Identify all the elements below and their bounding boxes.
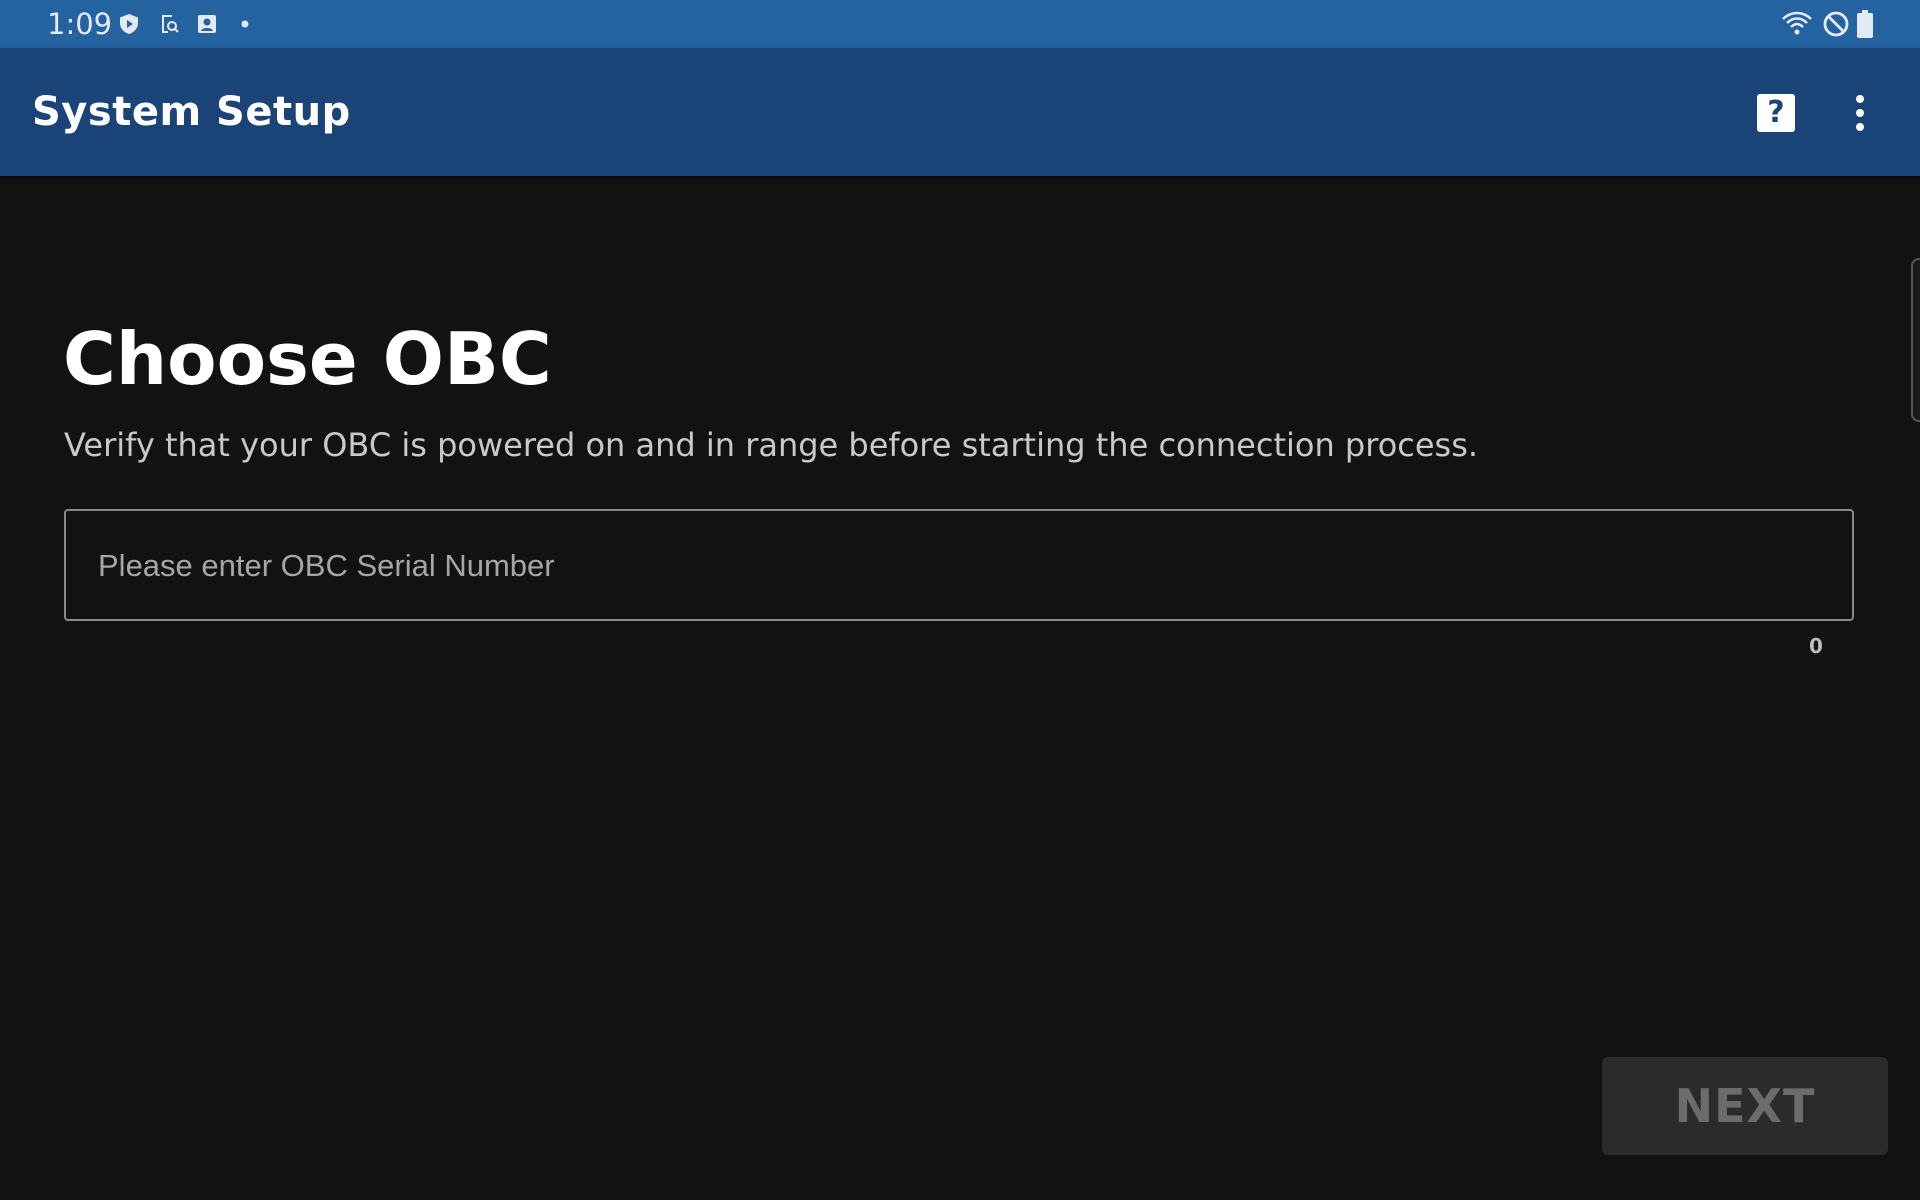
- app-bar: System Setup ?: [0, 48, 1920, 176]
- page-heading: Choose OBC: [63, 317, 552, 401]
- serial-number-input[interactable]: [96, 511, 1820, 621]
- more-vert-icon[interactable]: [1840, 88, 1880, 138]
- do-not-disturb-icon: [1822, 10, 1850, 38]
- portrait-icon: [195, 12, 219, 36]
- serial-number-field[interactable]: [64, 509, 1854, 621]
- battery-icon: [1856, 10, 1874, 38]
- help-icon: ?: [1767, 95, 1785, 130]
- system-setup-screen: 1:09 System Setup ? Choose OBC Verify th…: [0, 0, 1920, 1200]
- next-button[interactable]: NEXT: [1602, 1057, 1888, 1155]
- help-button[interactable]: ?: [1757, 94, 1795, 132]
- notification-dot-icon: [233, 12, 257, 36]
- play-shield-icon: [117, 12, 141, 36]
- wifi-icon: [1781, 10, 1813, 38]
- character-counter: 0: [1809, 634, 1823, 658]
- next-button-label: NEXT: [1674, 1079, 1816, 1133]
- screen-search-icon: [157, 12, 181, 36]
- page-description: Verify that your OBC is powered on and i…: [64, 426, 1479, 464]
- status-bar: 1:09: [0, 0, 1920, 48]
- app-title: System Setup: [32, 89, 351, 135]
- scroll-handle[interactable]: [1911, 258, 1920, 422]
- status-time: 1:09: [47, 7, 113, 41]
